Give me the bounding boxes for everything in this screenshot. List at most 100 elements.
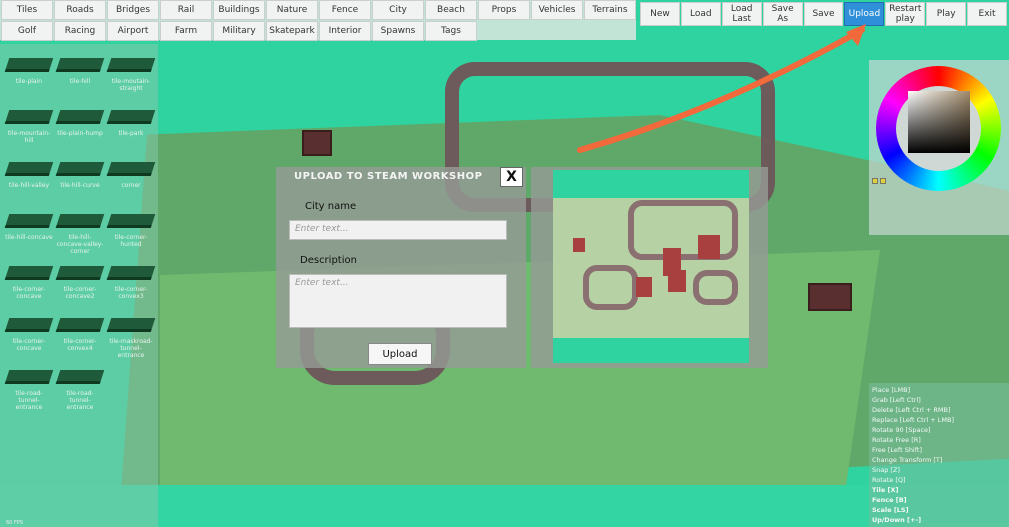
tile-thumbnail bbox=[106, 110, 156, 124]
preview-panel bbox=[531, 167, 768, 368]
tile-item[interactable]: tile-corner-concave bbox=[4, 312, 54, 362]
close-button[interactable]: X bbox=[500, 167, 523, 187]
load-button[interactable]: Load bbox=[680, 2, 721, 26]
tile-item[interactable]: tile-corner-concave bbox=[4, 260, 54, 310]
tile-label: tile-hill-curve bbox=[60, 182, 100, 189]
tab-skatepark[interactable]: Skatepark bbox=[266, 21, 318, 41]
keybinding-item: Rotate [Q] bbox=[872, 476, 906, 484]
tile-item[interactable]: tile-park bbox=[106, 104, 156, 154]
new-button[interactable]: New bbox=[640, 2, 680, 26]
tile-item[interactable]: tile-maskroad-tunnel-entrance bbox=[106, 312, 156, 362]
tab-tiles[interactable]: Tiles bbox=[1, 0, 53, 20]
preview-road bbox=[583, 265, 638, 310]
tab-vehicles[interactable]: Vehicles bbox=[531, 0, 583, 20]
keybinding-item: Delete [Left Ctrl + RMB] bbox=[872, 406, 951, 414]
tile-label: tile-corner-convex4 bbox=[63, 338, 97, 352]
action-toolbar: New Load Load Last Save As Save Upload Restart… bbox=[638, 0, 1009, 28]
tile-thumbnail bbox=[4, 266, 54, 280]
tab-buildings[interactable]: Buildings bbox=[213, 0, 265, 20]
saturation-square[interactable] bbox=[908, 91, 970, 153]
tile-thumbnail bbox=[4, 58, 54, 72]
tab-interior[interactable]: Interior bbox=[319, 21, 371, 41]
preview-building bbox=[573, 238, 585, 252]
description-input[interactable]: Enter text... bbox=[289, 274, 507, 328]
tile-label: tile-plain-hump bbox=[57, 130, 103, 137]
tile-label: tile-plain bbox=[15, 78, 43, 85]
restart-play-button[interactable]: Restart play bbox=[885, 2, 926, 26]
keybinding-item: Tile [X] bbox=[872, 486, 899, 494]
keybindings-list: Place [LMB] Grab [Left Ctrl] Delete [Left … bbox=[869, 383, 1009, 527]
tile-thumbnail bbox=[55, 318, 105, 332]
tab-farm[interactable]: Farm bbox=[160, 21, 212, 41]
tile-thumbnail bbox=[55, 214, 105, 228]
tab-tags[interactable]: Tags bbox=[425, 21, 477, 41]
tile-item[interactable]: tile-road-tunnel-entrance bbox=[4, 364, 54, 414]
tile-thumbnail bbox=[4, 318, 54, 332]
tab-props[interactable]: Props bbox=[478, 0, 530, 20]
save-as-button[interactable]: Save As bbox=[762, 2, 803, 26]
preview-building bbox=[668, 270, 686, 292]
exit-button[interactable]: Exit bbox=[967, 2, 1008, 26]
tab-terrains[interactable]: Terrains bbox=[584, 0, 636, 20]
swatch[interactable] bbox=[872, 178, 878, 184]
color-picker[interactable] bbox=[869, 60, 1009, 235]
upload-dialog: UPLOAD TO STEAM WORKSHOP X City name Ent… bbox=[276, 167, 526, 368]
tile-thumbnail bbox=[106, 266, 156, 280]
preview-building bbox=[698, 235, 720, 259]
tile-item[interactable]: tile-corner-convex3 bbox=[106, 260, 156, 310]
tile-item[interactable]: tile-hill-valley bbox=[4, 156, 54, 206]
tile-item[interactable]: tile-corner-convex4 bbox=[55, 312, 105, 362]
tile-item[interactable]: corner bbox=[106, 156, 156, 206]
keybinding-item: Grab [Left Ctrl] bbox=[872, 396, 921, 404]
color-swatches bbox=[872, 178, 886, 184]
tile-item[interactable]: tile-corner-hunted bbox=[106, 208, 156, 258]
load-last-button[interactable]: Load Last bbox=[721, 2, 762, 26]
tab-nature[interactable]: Nature bbox=[266, 0, 318, 20]
tile-item[interactable]: tile-moutain-straight bbox=[106, 52, 156, 102]
tab-airport[interactable]: Airport bbox=[107, 21, 159, 41]
dialog-title: UPLOAD TO STEAM WORKSHOP bbox=[294, 171, 483, 182]
play-button[interactable]: Play bbox=[926, 2, 967, 26]
tab-roads[interactable]: Roads bbox=[54, 0, 106, 20]
tile-item[interactable]: tile-corner-concave2 bbox=[55, 260, 105, 310]
save-button[interactable]: Save bbox=[803, 2, 844, 26]
tab-city[interactable]: City bbox=[372, 0, 424, 20]
tiles-palette: tile-plain tile-hill tile-moutain-straight… bbox=[0, 44, 158, 527]
keybinding-item: Change Transform [T] bbox=[872, 456, 943, 464]
tab-golf[interactable]: Golf bbox=[1, 21, 53, 41]
keybinding-item: Up/Down [+-] bbox=[872, 516, 922, 524]
swatch[interactable] bbox=[880, 178, 886, 184]
tab-beach[interactable]: Beach bbox=[425, 0, 477, 20]
city-name-input[interactable]: Enter text... bbox=[289, 220, 507, 240]
tab-racing[interactable]: Racing bbox=[54, 21, 106, 41]
tile-label: tile-park bbox=[118, 130, 144, 137]
tab-military[interactable]: Military bbox=[213, 21, 265, 41]
tile-thumbnail bbox=[106, 162, 156, 176]
tile-thumbnail bbox=[4, 162, 54, 176]
tile-label: tile-hill-concave-valley-corner bbox=[56, 234, 104, 255]
tab-bridges[interactable]: Bridges bbox=[107, 0, 159, 20]
tile-item[interactable]: tile-hill bbox=[55, 52, 105, 102]
tile-label: tile-moutain-straight bbox=[111, 78, 151, 92]
tile-label: tile-corner-concave bbox=[12, 286, 46, 300]
tile-item[interactable]: tile-hill-concave bbox=[4, 208, 54, 258]
tab-fence[interactable]: Fence bbox=[319, 0, 371, 20]
tile-item[interactable]: tile-hill-concave-valley-corner bbox=[55, 208, 105, 258]
tab-rail[interactable]: Rail bbox=[160, 0, 212, 20]
category-tabs: Tiles Roads Bridges Rail Buildings Nature Fenc… bbox=[0, 0, 636, 41]
upload-submit-button[interactable]: Upload bbox=[368, 343, 432, 365]
tile-item[interactable]: tile-plain bbox=[4, 52, 54, 102]
upload-button[interactable]: Upload bbox=[844, 2, 885, 26]
keybinding-item: Scale [LS] bbox=[872, 506, 909, 514]
preview-road bbox=[693, 270, 738, 305]
tile-thumbnail bbox=[106, 318, 156, 332]
keybinding-item: Free [Left Shift] bbox=[872, 446, 923, 454]
tile-label: tile-hill-concave bbox=[5, 234, 53, 241]
tile-item[interactable]: tile-plain-hump bbox=[55, 104, 105, 154]
tile-label: tile-hill bbox=[69, 78, 91, 85]
tile-item[interactable]: tile-road-tunnel-entrance bbox=[55, 364, 105, 414]
tab-spawns[interactable]: Spawns bbox=[372, 21, 424, 41]
tile-item[interactable]: tile-mountain-hill bbox=[4, 104, 54, 154]
tile-item[interactable]: tile-hill-curve bbox=[55, 156, 105, 206]
tile-thumbnail bbox=[55, 110, 105, 124]
